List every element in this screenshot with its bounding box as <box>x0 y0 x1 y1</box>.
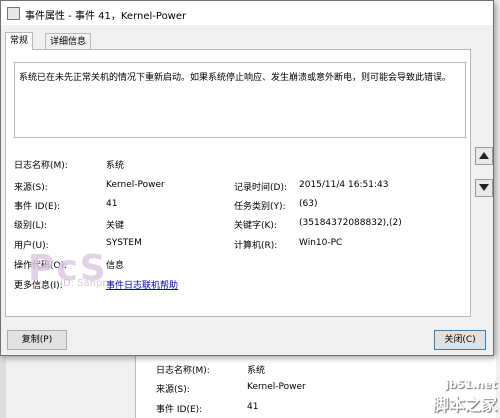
bg-label-log-name: 日志名称(M): <box>156 366 210 376</box>
close-button[interactable]: 关闭(C) <box>434 330 486 350</box>
description-box[interactable]: 系统已在未先正常关机的情况下重新启动。如果系统停止响应、发生崩溃或意外断电，则可… <box>14 62 466 138</box>
value-logged-time: 2015/11/4 16:51:43 <box>299 180 389 190</box>
value-computer: Win10-PC <box>299 238 343 248</box>
value-keywords: (35184372088832),(2) <box>299 218 402 228</box>
event-description: 系统已在未先正常关机的情况下重新启动。如果系统停止响应、发生崩溃或意外断电，则可… <box>19 73 452 83</box>
event-viewer-icon <box>7 7 20 20</box>
value-level: 关键 <box>106 221 125 231</box>
label-log-name: 日志名称(M): <box>14 161 68 171</box>
arrow-up-icon <box>479 152 489 159</box>
label-event-id: 事件 ID(E): <box>14 202 61 212</box>
value-log-name: 系统 <box>106 161 125 171</box>
label-computer: 计算机(R): <box>234 241 278 251</box>
event-properties-dialog: 事件属性 - 事件 41，Kernel-Power 常规 详细信息 系统已在未先… <box>0 0 494 356</box>
value-opcode: 信息 <box>106 261 125 271</box>
label-source: 来源(S): <box>14 183 48 193</box>
bg-label-source: 来源(S): <box>156 385 190 395</box>
label-task-category: 任务类别(Y): <box>234 202 286 212</box>
value-event-id: 41 <box>106 199 118 209</box>
bg-value-source: Kernel-Power <box>247 382 306 392</box>
tab-general[interactable]: 常规 <box>5 32 34 50</box>
copy-button[interactable]: 复制(P) <box>7 330 67 350</box>
value-task-category: (63) <box>299 199 318 209</box>
watermark-text: ID: Sanpr <box>60 278 107 289</box>
next-event-button[interactable] <box>475 179 493 197</box>
label-keywords: 关键字(K): <box>234 221 277 231</box>
site-watermark-name: 脚本之家 <box>432 395 497 414</box>
site-watermark: jb51.net 脚本之家 <box>417 378 497 416</box>
label-level: 级别(L): <box>14 221 48 231</box>
site-watermark-domain: jb51.net <box>445 378 497 391</box>
value-user: SYSTEM <box>106 238 142 248</box>
previous-event-button[interactable] <box>475 147 493 165</box>
value-source: Kernel-Power <box>106 180 165 190</box>
arrow-down-icon <box>479 184 489 191</box>
general-tab-panel: 系统已在未先正常关机的情况下重新启动。如果系统停止响应、发生崩溃或意外断电，则可… <box>5 49 471 317</box>
online-help-link[interactable]: 事件日志联机帮助 <box>106 278 178 291</box>
title-bar[interactable]: 事件属性 - 事件 41，Kernel-Power <box>1 1 493 25</box>
bg-value-log-name: 系统 <box>247 366 266 376</box>
tab-details[interactable]: 详细信息 <box>45 33 92 50</box>
window-title: 事件属性 - 事件 41，Kernel-Power <box>25 11 187 22</box>
label-logged-time: 记录时间(D): <box>234 183 287 193</box>
bg-label-event-id: 事件 ID(E): <box>156 405 203 415</box>
bg-value-event-id: 41 <box>247 402 259 412</box>
